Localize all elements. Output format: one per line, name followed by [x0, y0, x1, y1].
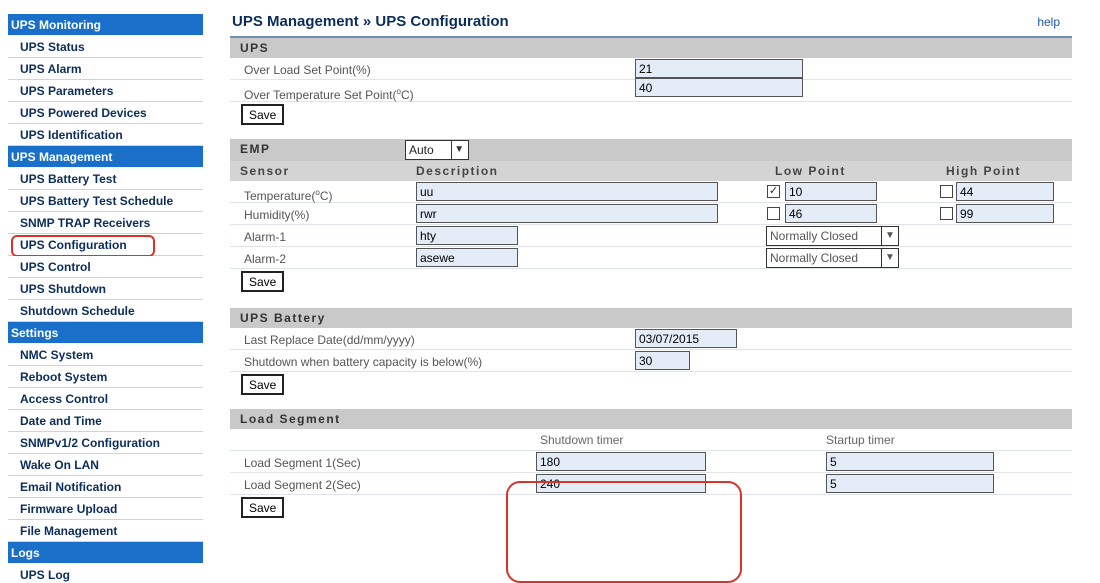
nav-item-file-management[interactable]: File Management [8, 520, 203, 542]
help-link[interactable]: help [1037, 10, 1060, 34]
section-ups-heading: UPS [230, 38, 1072, 58]
nav-item-reboot-system[interactable]: Reboot System [8, 366, 203, 388]
emp-heading-label: EMP [240, 142, 271, 156]
seg2-label: Load Segment 2(Sec) [244, 478, 361, 492]
nav-item-wake-on-lan[interactable]: Wake On LAN [8, 454, 203, 476]
temperature-high-input[interactable] [956, 182, 1054, 201]
temperature-low-checkbox[interactable]: ✓ [767, 185, 780, 198]
seg1-label: Load Segment 1(Sec) [244, 456, 361, 470]
temperature-label-unit: C) [319, 189, 333, 203]
nav-group-settings[interactable]: Settings [8, 322, 203, 344]
overtemp-label-text: Over Temperature Set Point( [244, 88, 397, 102]
battery-shutdown-row: Shutdown when battery capacity is below(… [230, 350, 1072, 372]
seg1-startup-input[interactable] [826, 452, 994, 471]
overload-row: Over Load Set Point(%) [230, 58, 1072, 80]
temperature-high-checkbox[interactable] [940, 185, 953, 198]
chevron-down-icon: ▼ [451, 141, 468, 159]
col-description: Description [416, 164, 499, 178]
page-header: UPS Management » UPS Configuration help [230, 10, 1072, 38]
col-sensor: Sensor [240, 164, 290, 178]
nav-group-logs[interactable]: Logs [8, 542, 203, 564]
humidity-low-checkbox[interactable] [767, 207, 780, 220]
replace-date-input[interactable] [635, 329, 737, 348]
highlight-annotation [506, 481, 742, 583]
alarm1-state-select[interactable]: Normally Closed ▼ [766, 226, 899, 246]
nav-item-ups-configuration[interactable]: UPS Configuration [8, 234, 203, 257]
emp-save-button[interactable]: Save [241, 271, 285, 292]
battery-save-button[interactable]: Save [241, 374, 285, 395]
alarm1-state-value: Normally Closed [770, 229, 859, 243]
nav-group-ups-management[interactable]: UPS Management [8, 146, 203, 168]
load-seg1-row: Load Segment 1(Sec) [230, 451, 1072, 473]
humidity-low-input[interactable] [785, 204, 877, 223]
nav-item-ups-alarm[interactable]: UPS Alarm [8, 58, 203, 80]
alarm2-state-value: Normally Closed [770, 251, 859, 265]
emp-column-headers: Sensor Description Low Point High Point [230, 161, 1072, 181]
alarm1-description-input[interactable] [416, 226, 518, 245]
temperature-label-text: Temperature( [244, 189, 316, 203]
humidity-label: Humidity(%) [244, 208, 310, 222]
nav-item-ups-battery-test[interactable]: UPS Battery Test [8, 168, 203, 190]
section-emp-heading: EMP Auto ▼ [230, 139, 1072, 161]
nav-item-nmc-system[interactable]: NMC System [8, 344, 203, 366]
nav-item-shutdown-schedule[interactable]: Shutdown Schedule [8, 300, 203, 322]
humidity-high-input[interactable] [956, 204, 1054, 223]
nav-item-date-and-time[interactable]: Date and Time [8, 410, 203, 432]
emp-humidity-row: Humidity(%) [230, 203, 1072, 225]
sidebar-nav: UPS Monitoring UPS Status UPS Alarm UPS … [8, 14, 203, 582]
nav-item-access-control[interactable]: Access Control [8, 388, 203, 410]
page-title: UPS Management » UPS Configuration [232, 13, 509, 30]
alarm2-description-input[interactable] [416, 248, 518, 267]
col-high-point: High Point [946, 164, 1021, 178]
chevron-down-icon: ▼ [881, 227, 898, 245]
section-battery-heading: UPS Battery [230, 308, 1072, 328]
emp-temperature-row: Temperature(oC) ✓ [230, 181, 1072, 203]
overload-input[interactable] [635, 59, 803, 78]
nav-item-snmp-config[interactable]: SNMPv1/2 Configuration [8, 432, 203, 454]
col-low-point: Low Point [775, 164, 846, 178]
chevron-down-icon: ▼ [881, 249, 898, 267]
temperature-description-input[interactable] [416, 182, 718, 201]
load-column-headers: Shutdown timer Startup timer [230, 429, 1072, 451]
battery-shutdown-label: Shutdown when battery capacity is below(… [244, 355, 483, 369]
nav-item-ups-battery-test-schedule[interactable]: UPS Battery Test Schedule [8, 190, 203, 212]
overtemp-label-unit: C) [400, 88, 414, 102]
humidity-high-checkbox[interactable] [940, 207, 953, 220]
emp-alarm2-row: Alarm-2 Normally Closed ▼ [230, 247, 1072, 269]
overload-label: Over Load Set Point(%) [244, 63, 371, 77]
nav-item-ups-identification[interactable]: UPS Identification [8, 124, 203, 146]
nav-item-ups-parameters[interactable]: UPS Parameters [8, 80, 203, 102]
seg2-startup-input[interactable] [826, 474, 994, 493]
emp-alarm1-row: Alarm-1 Normally Closed ▼ [230, 225, 1072, 247]
overtemp-row: Over Temperature Set Point(oC) [230, 78, 1072, 102]
nav-item-ups-powered-devices[interactable]: UPS Powered Devices [8, 102, 203, 124]
seg1-shutdown-input[interactable] [536, 452, 706, 471]
overtemp-label: Over Temperature Set Point(oC) [244, 87, 414, 102]
nav-item-email-notification[interactable]: Email Notification [8, 476, 203, 498]
col-startup-timer: Startup timer [826, 433, 895, 447]
overtemp-input[interactable] [635, 78, 803, 97]
col-shutdown-timer: Shutdown timer [540, 433, 624, 447]
nav-item-snmp-trap-receivers[interactable]: SNMP TRAP Receivers [8, 212, 203, 234]
humidity-description-input[interactable] [416, 204, 718, 223]
battery-shutdown-input[interactable] [635, 351, 690, 370]
ups-save-button[interactable]: Save [241, 104, 285, 125]
alarm2-label: Alarm-2 [244, 252, 287, 266]
load-save-button[interactable]: Save [241, 497, 285, 518]
alarm2-state-select[interactable]: Normally Closed ▼ [766, 248, 899, 268]
nav-item-ups-log[interactable]: UPS Log [8, 564, 203, 582]
alarm1-label: Alarm-1 [244, 230, 287, 244]
nav-item-ups-shutdown[interactable]: UPS Shutdown [8, 278, 203, 300]
battery-replace-row: Last Replace Date(dd/mm/yyyy) [230, 328, 1072, 350]
nav-group-ups-monitoring[interactable]: UPS Monitoring [8, 14, 203, 36]
nav-item-ups-control[interactable]: UPS Control [8, 256, 203, 278]
section-load-heading: Load Segment [230, 409, 1072, 429]
emp-mode-value: Auto [409, 143, 434, 157]
emp-mode-select[interactable]: Auto ▼ [405, 140, 469, 160]
nav-item-ups-status[interactable]: UPS Status [8, 36, 203, 58]
replace-date-label: Last Replace Date(dd/mm/yyyy) [244, 333, 415, 347]
temperature-low-input[interactable] [785, 182, 877, 201]
nav-item-firmware-upload[interactable]: Firmware Upload [8, 498, 203, 520]
